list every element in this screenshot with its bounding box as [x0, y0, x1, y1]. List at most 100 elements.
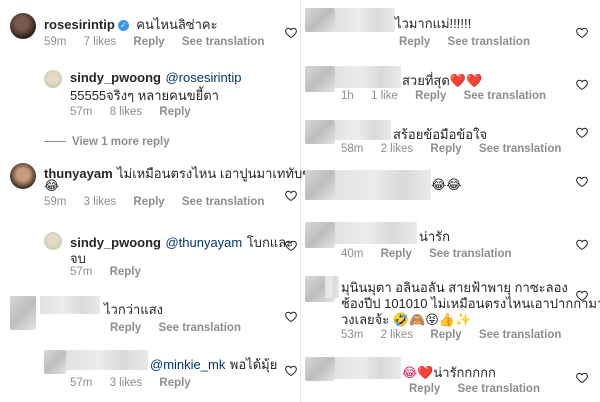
- reply-button[interactable]: Reply: [159, 106, 190, 118]
- mention-link[interactable]: @minkie_mk: [150, 357, 225, 372]
- heart-icon[interactable]: [576, 176, 588, 187]
- heart-emoji: ❤️❤️: [449, 73, 483, 88]
- comment-meta: 57m 3 likes Reply: [70, 377, 205, 389]
- see-translation-button[interactable]: See translation: [464, 90, 546, 102]
- reply-button[interactable]: Reply: [409, 383, 440, 395]
- comment-text: คนไหนลิซ่าคะ: [136, 17, 218, 32]
- blurred-avatar: [305, 8, 335, 32]
- reply-button[interactable]: Reply: [430, 329, 461, 341]
- comment-emoji: 😂😂: [431, 177, 462, 192]
- see-translation-button[interactable]: See translation: [182, 196, 264, 208]
- timestamp: 58m: [341, 143, 364, 155]
- like-count[interactable]: 3 likes: [84, 196, 117, 208]
- reply-button[interactable]: Reply: [415, 90, 446, 102]
- reply-button[interactable]: Reply: [133, 36, 164, 48]
- heart-icon[interactable]: [285, 27, 297, 38]
- comment-meta: 57m 8 likes Reply: [70, 106, 205, 118]
- reply-button[interactable]: Reply: [159, 377, 190, 389]
- comment-meta: Reply See translation: [110, 322, 255, 334]
- heart-icon[interactable]: [576, 127, 588, 138]
- comment-text: ไม่เหมือนตรงไหน เอาปูนมาเททับซะ: [117, 166, 319, 181]
- comment-text-row: sindy_pwoong @thunyayam โบกและ: [70, 232, 293, 253]
- timestamp: 40m: [341, 248, 364, 260]
- timestamp: 57m: [70, 106, 93, 118]
- heart-icon[interactable]: [576, 79, 588, 90]
- like-count[interactable]: 3 likes: [110, 377, 143, 389]
- comment-text: ไวกว่าแสง: [104, 302, 163, 317]
- comment-meta: 58m 2 likes Reply See translation: [341, 143, 575, 155]
- timestamp: 57m: [70, 377, 93, 389]
- comment-meta: 40m Reply See translation: [341, 248, 526, 260]
- comment-meta: Reply See translation: [399, 36, 544, 48]
- heart-icon[interactable]: [576, 372, 588, 383]
- comment-text-row: @minkie_mk พอได้มุ้ย: [150, 354, 277, 375]
- reply-button[interactable]: Reply: [110, 322, 141, 334]
- mention-link[interactable]: @rosesirintip: [165, 70, 241, 85]
- timestamp: 1h: [341, 90, 354, 102]
- like-count[interactable]: 7 likes: [84, 36, 117, 48]
- heart-icon[interactable]: [576, 27, 588, 38]
- blurred-username: [66, 350, 148, 370]
- timestamp: 59m: [44, 196, 67, 208]
- reply-button[interactable]: Reply: [133, 196, 164, 208]
- timestamp: 57m: [70, 266, 93, 278]
- blurred-avatar: [305, 357, 335, 381]
- heart-icon[interactable]: [285, 190, 297, 201]
- blurred-avatar: [305, 222, 335, 248]
- blurred-username: [335, 222, 417, 244]
- heart-icon[interactable]: [285, 240, 297, 251]
- avatar[interactable]: [44, 232, 62, 250]
- username[interactable]: sindy_pwoong: [70, 70, 161, 85]
- comment-text-row: สวยที่สุด❤️❤️: [402, 70, 482, 91]
- like-count[interactable]: 2 likes: [381, 143, 414, 155]
- see-translation-button[interactable]: See translation: [479, 329, 561, 341]
- timestamp: 53m: [341, 329, 364, 341]
- thread-line: [44, 141, 66, 143]
- mention-link[interactable]: @thunyayam: [165, 235, 242, 250]
- comment-meta: 53m 2 likes Reply See translation: [341, 329, 575, 341]
- heart-icon[interactable]: [285, 311, 297, 322]
- blurred-avatar: [10, 296, 36, 330]
- comment-meta: Reply See translation: [409, 383, 554, 395]
- view-more-replies-button[interactable]: View 1 more reply: [44, 136, 170, 148]
- reply-button[interactable]: Reply: [430, 143, 461, 155]
- reply-button[interactable]: Reply: [110, 266, 141, 278]
- avatar[interactable]: [10, 163, 36, 189]
- comment-meta: 57m Reply: [70, 266, 155, 278]
- blurred-avatar: [305, 170, 335, 200]
- comment-text: พอได้มุ้ย: [229, 357, 278, 372]
- comment-text: น่ารักกกกก: [433, 365, 496, 380]
- username[interactable]: rosesirintip: [44, 17, 115, 32]
- like-count[interactable]: 2 likes: [381, 329, 414, 341]
- comment-text-row: rosesirintip ✓ คนไหนลิซ่าคะ: [44, 14, 218, 35]
- comment-text: วงเลยจ้ะ 🤣🙈😝👍✨: [341, 312, 472, 327]
- reply-button[interactable]: Reply: [399, 36, 430, 48]
- blurred-username: [335, 8, 395, 32]
- blurred-avatar: [305, 66, 335, 92]
- see-translation-button[interactable]: See translation: [479, 143, 561, 155]
- see-translation-button[interactable]: See translation: [159, 322, 241, 334]
- blurred-username: [40, 296, 100, 314]
- comment-meta: 59m 3 likes Reply See translation: [44, 196, 278, 208]
- see-translation-button[interactable]: See translation: [429, 248, 511, 260]
- comment-text: 55555จริงๆ หลายคนขยี้ตา: [70, 88, 219, 103]
- avatar[interactable]: [44, 70, 62, 88]
- see-translation-button[interactable]: See translation: [448, 36, 530, 48]
- comment-text: สวยที่สุด: [402, 73, 450, 88]
- blurred-username: [335, 120, 391, 140]
- comment-text: น่ารัก: [419, 229, 451, 244]
- like-count[interactable]: 1 like: [371, 90, 398, 102]
- see-translation-button[interactable]: See translation: [458, 383, 540, 395]
- reply-button[interactable]: Reply: [381, 248, 412, 260]
- column-divider: [300, 0, 301, 402]
- see-translation-button[interactable]: See translation: [182, 36, 264, 48]
- comment-text-row: thunyayam ไม่เหมือนตรงไหน เอาปูนมาเททับซ…: [44, 163, 318, 184]
- blurred-avatar: [305, 120, 335, 144]
- like-count[interactable]: 8 likes: [110, 106, 143, 118]
- comment-text: สร้อยข้อมือข้อใจ: [393, 127, 488, 142]
- avatar[interactable]: [10, 13, 36, 39]
- comment-meta: 1h 1 like Reply See translation: [341, 90, 560, 102]
- heart-icon[interactable]: [576, 239, 588, 250]
- heart-icon[interactable]: [285, 365, 297, 376]
- blurred-username: [325, 276, 339, 298]
